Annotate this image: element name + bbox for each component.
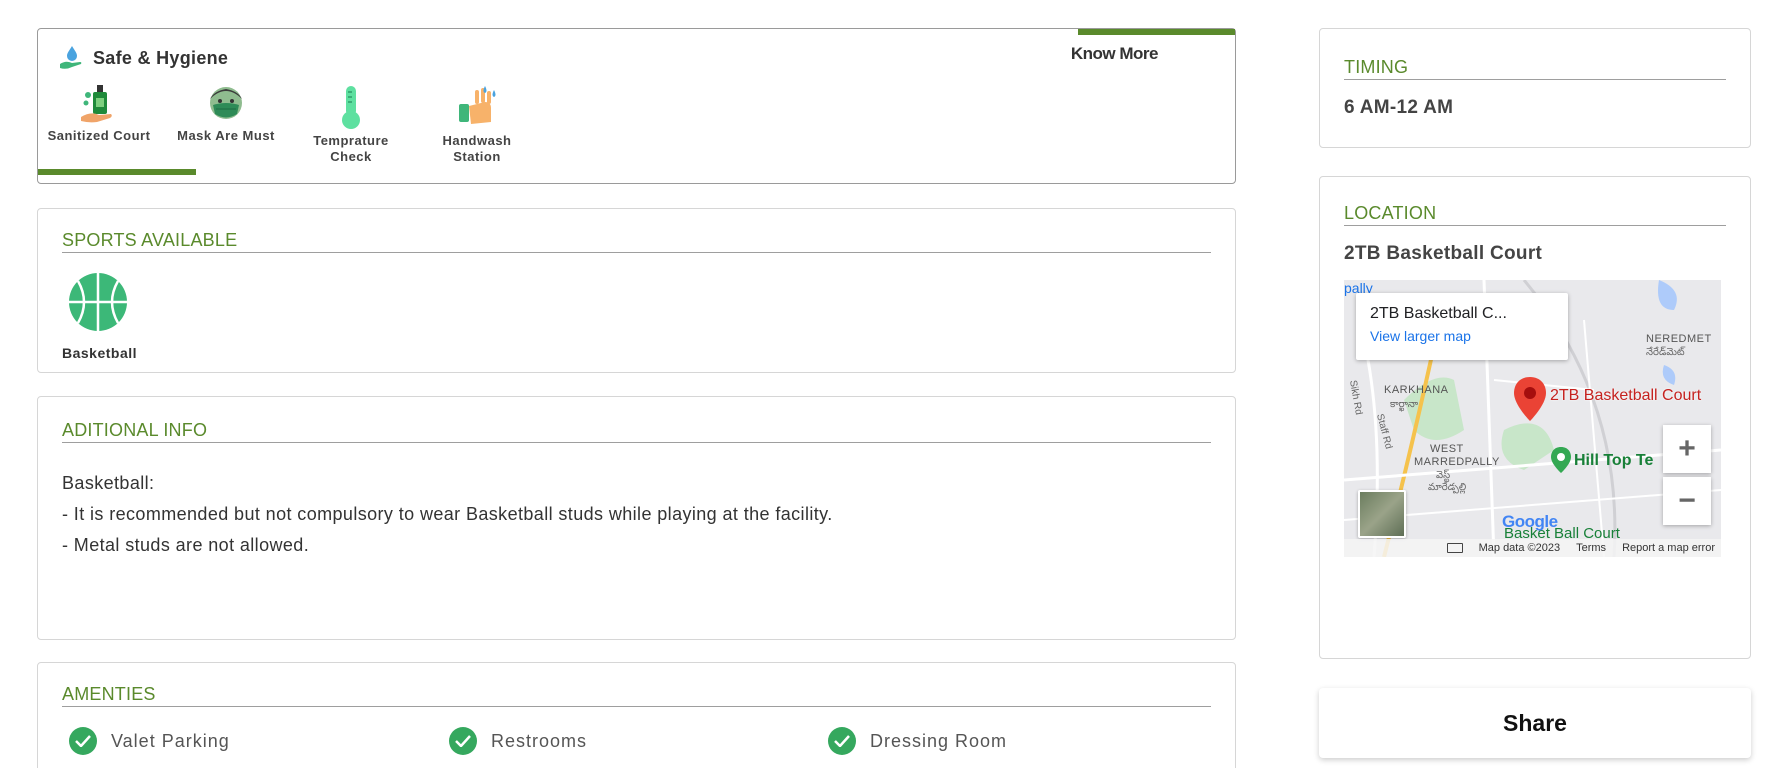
satellite-toggle[interactable] — [1358, 490, 1406, 538]
know-more-indicator — [1078, 29, 1235, 35]
map-label-marredpally-telugu: మారేడ్పల్లి — [1428, 482, 1467, 493]
view-larger-map-link[interactable]: View larger map — [1370, 328, 1554, 344]
map-label-neredmet: NEREDMET — [1646, 333, 1712, 345]
map-poi-hill-top: Hill Top Te — [1574, 452, 1654, 469]
additional-info-body: Basketball: - It is recommended but not … — [62, 468, 833, 561]
hygiene-item-handwash[interactable]: Handwash Station — [417, 84, 537, 165]
section-title: LOCATION — [1344, 203, 1726, 226]
hygiene-item-sanitized-court[interactable]: Sanitized Court — [39, 81, 159, 144]
map-label-karkhana: KARKHANA — [1384, 384, 1449, 396]
sports-available-card: SPORTS AVAILABLE Basketball — [37, 208, 1236, 373]
amenity-label: Valet Parking — [111, 730, 230, 751]
timing-value: 6 AM-12 AM — [1344, 97, 1454, 118]
sanitizer-icon — [81, 85, 112, 123]
sport-label: Basketball — [62, 345, 138, 361]
keyboard-icon[interactable] — [1446, 543, 1463, 553]
amenity-item: Restrooms — [449, 727, 587, 755]
plus-icon: + — [1678, 432, 1696, 465]
amenities-card: AMENTIES Valet Parking Restrooms Dressin… — [37, 662, 1236, 768]
safe-hygiene-card: Safe & Hygiene Know More Sanitized Court… — [37, 28, 1236, 184]
hygiene-item-label: Sanitized Court — [47, 128, 151, 143]
hygiene-item-temperature[interactable]: Temprature Check — [291, 84, 411, 165]
info-line: Basketball: — [62, 473, 155, 493]
check-icon — [449, 727, 477, 755]
map-data-attribution: Map data ©2023 — [1478, 542, 1561, 554]
green-poi-icon — [1551, 447, 1571, 473]
mask-icon — [210, 87, 242, 119]
hygiene-item-label: Temprature Check — [313, 133, 389, 164]
basketball-icon — [69, 273, 127, 331]
report-map-error-link[interactable]: Report a map error — [1622, 542, 1715, 554]
info-line: - Metal studs are not allowed. — [62, 535, 310, 555]
map-label-karkhana-telugu: కార్ఖానా — [1390, 399, 1419, 410]
active-item-indicator — [38, 169, 196, 175]
zoom-out-button[interactable]: − — [1663, 477, 1711, 525]
additional-info-card: ADITIONAL INFO Basketball: - It is recom… — [37, 396, 1236, 640]
hygiene-item-mask[interactable]: Mask Are Must — [166, 81, 286, 144]
handwash-icon — [459, 86, 496, 124]
safe-hygiene-header: Safe & Hygiene — [57, 43, 228, 73]
info-line: - It is recommended but not compulsory t… — [62, 504, 833, 524]
location-card: LOCATION 2TB Basketball Court KARKHANA క… — [1319, 176, 1751, 659]
section-title: ADITIONAL INFO — [62, 420, 1211, 443]
amenity-item: Valet Parking — [69, 727, 230, 755]
amenity-label: Dressing Room — [870, 730, 1008, 751]
location-name: 2TB Basketball Court — [1344, 243, 1543, 264]
amenity-item: Dressing Room — [828, 727, 1007, 755]
timing-card: TIMING 6 AM-12 AM — [1319, 28, 1751, 148]
sport-item-basketball[interactable]: Basketball — [62, 272, 138, 361]
check-icon — [828, 727, 856, 755]
embedded-map[interactable]: KARKHANA కార్ఖానా WEST MARREDPALLY వెస్ట… — [1344, 280, 1721, 557]
section-title: AMENTIES — [62, 684, 1211, 707]
section-title: TIMING — [1344, 57, 1726, 80]
share-button[interactable]: Share — [1319, 688, 1751, 758]
zoom-in-button[interactable]: + — [1663, 425, 1711, 473]
map-terms-link[interactable]: Terms — [1576, 542, 1606, 554]
hygiene-item-label: Mask Are Must — [177, 128, 275, 143]
check-icon — [69, 727, 97, 755]
map-label-marredpally: MARREDPALLY — [1414, 456, 1500, 468]
map-marker-icon[interactable] — [1513, 376, 1547, 422]
map-info-title: 2TB Basketball C... — [1370, 305, 1507, 322]
map-footer: Map data ©2023 Terms Report a map error — [1344, 539, 1721, 557]
map-label-neredmet-telugu: నేరేడ్‌మెట్ — [1646, 347, 1685, 358]
hygiene-item-label: Handwash Station — [442, 133, 512, 164]
map-label-west: WEST — [1430, 443, 1464, 455]
google-logo: Google — [1502, 512, 1558, 531]
thermometer-icon — [342, 86, 360, 129]
section-title: SPORTS AVAILABLE — [62, 230, 1211, 253]
amenity-label: Restrooms — [491, 730, 588, 751]
hygiene-hand-icon — [60, 46, 82, 69]
safe-hygiene-title: Safe & Hygiene — [93, 47, 229, 68]
know-more-link[interactable]: Know More — [1071, 44, 1159, 64]
map-info-window: 2TB Basketball C... View larger map — [1356, 293, 1568, 360]
minus-icon: − — [1678, 484, 1696, 517]
map-marker-label: 2TB Basketball Court — [1550, 387, 1702, 404]
